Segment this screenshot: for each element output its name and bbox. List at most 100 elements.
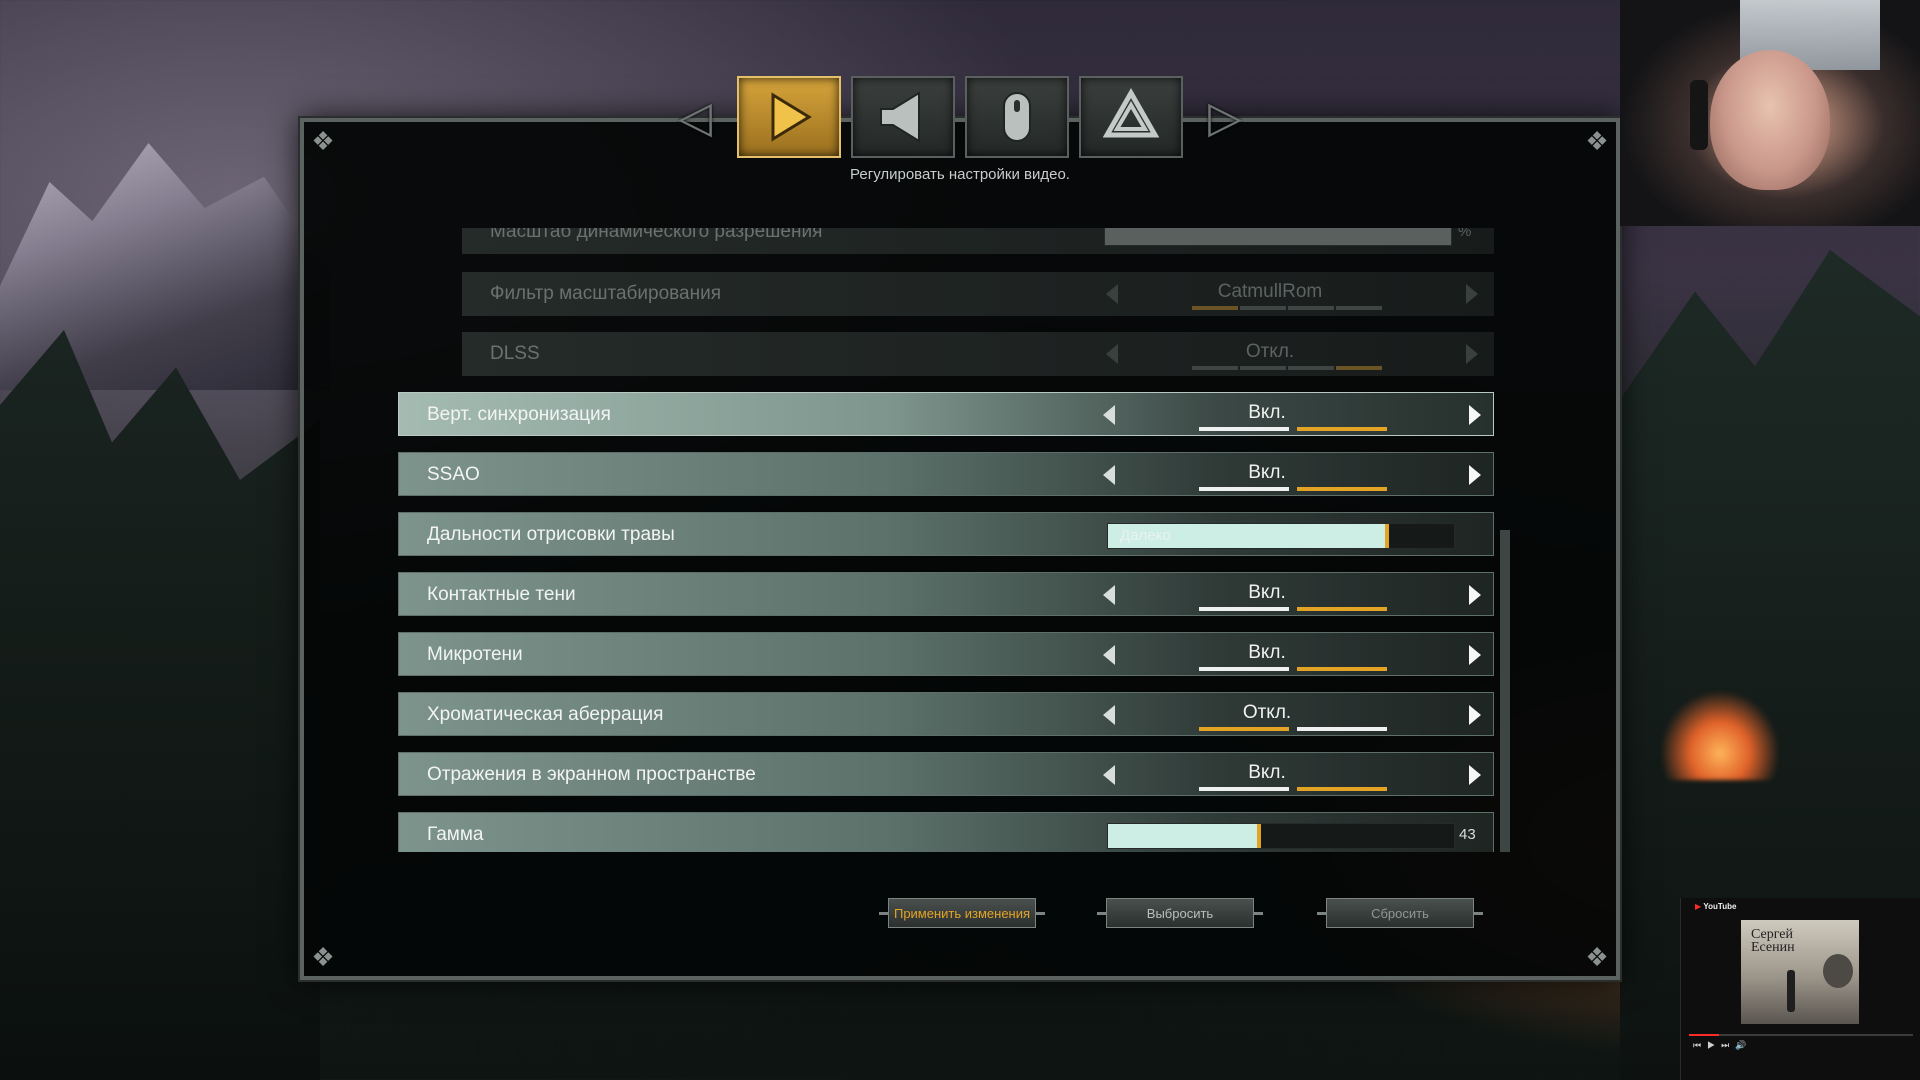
option-prev-arrow-icon[interactable] bbox=[1103, 765, 1115, 785]
option-indicator bbox=[1336, 306, 1382, 310]
setting-row-scaling-filter[interactable]: Фильтр масштабирования CatmullRom bbox=[462, 272, 1494, 316]
streamer-face bbox=[1710, 50, 1830, 190]
option-indicator-off bbox=[1199, 487, 1289, 491]
setting-label: Контактные тени bbox=[427, 584, 576, 605]
option-prev-arrow-icon[interactable] bbox=[1103, 405, 1115, 425]
setting-label: Хроматическая аберрация bbox=[427, 704, 664, 725]
speaker-icon bbox=[880, 91, 920, 143]
setting-label: Микротени bbox=[427, 644, 523, 665]
campfire-background bbox=[1660, 690, 1780, 780]
option-indicator bbox=[1192, 306, 1238, 310]
thumbnail-title: Сергей Есенин bbox=[1751, 927, 1795, 955]
setting-label: Верт. синхронизация bbox=[427, 404, 611, 425]
option-prev-arrow-icon[interactable] bbox=[1106, 284, 1118, 304]
setting-row-chromatic-aberration[interactable]: Хроматическая аберрация Откл. bbox=[398, 692, 1494, 736]
option-indicator-off bbox=[1199, 667, 1289, 671]
option-next-arrow-icon[interactable] bbox=[1469, 585, 1481, 605]
gamma-slider[interactable] bbox=[1107, 823, 1455, 849]
option-indicator-on bbox=[1297, 427, 1387, 431]
tab-audio[interactable] bbox=[851, 76, 955, 158]
option-indicator-off bbox=[1199, 787, 1289, 791]
valknut-icon bbox=[1102, 87, 1160, 138]
option-next-arrow-icon[interactable] bbox=[1469, 765, 1481, 785]
apply-changes-button[interactable]: Применить изменения bbox=[879, 898, 1045, 928]
video-progress-fill bbox=[1689, 1034, 1719, 1036]
setting-row-micro-shadows[interactable]: Микротени Вкл. bbox=[398, 632, 1494, 676]
slider-handle[interactable] bbox=[1385, 524, 1389, 548]
option-indicator bbox=[1240, 366, 1286, 370]
slider-value: 43 bbox=[1459, 826, 1476, 843]
slider-handle[interactable] bbox=[1257, 824, 1261, 848]
option-indicator bbox=[1288, 366, 1334, 370]
discard-button[interactable]: Выбросить bbox=[1097, 898, 1263, 928]
setting-label: Масштаб динамического разрешения bbox=[490, 228, 823, 242]
nav-prev-arrow-icon[interactable]: ◁ bbox=[663, 85, 727, 149]
slider-fill bbox=[1108, 824, 1257, 848]
category-description: Регулировать настройки видео. bbox=[850, 166, 1070, 183]
option-next-arrow-icon[interactable] bbox=[1469, 405, 1481, 425]
setting-row-dlss[interactable]: DLSS Откл. bbox=[462, 332, 1494, 376]
setting-row-vsync[interactable]: Верт. синхронизация Вкл. bbox=[398, 392, 1494, 436]
tab-game[interactable] bbox=[1079, 76, 1183, 158]
slider-value: % bbox=[1458, 228, 1472, 240]
video-thumbnail[interactable]: Сергей Есенин bbox=[1741, 920, 1859, 1024]
option-indicator-on bbox=[1297, 787, 1387, 791]
setting-label: SSAO bbox=[427, 464, 480, 485]
settings-category-nav: ◁ ▷ bbox=[640, 72, 1280, 162]
setting-row-ssao[interactable]: SSAO Вкл. bbox=[398, 452, 1494, 496]
option-indicator-off bbox=[1199, 427, 1289, 431]
option-indicator-on bbox=[1297, 607, 1387, 611]
option-prev-arrow-icon[interactable] bbox=[1103, 465, 1115, 485]
slider-value: Далеко bbox=[1120, 527, 1171, 544]
tab-controls[interactable] bbox=[965, 76, 1069, 158]
option-indicator-on bbox=[1297, 487, 1387, 491]
option-indicator bbox=[1240, 306, 1286, 310]
setting-label: Дальности отрисовки травы bbox=[427, 524, 675, 545]
setting-label: DLSS bbox=[490, 343, 540, 364]
player-controls-icon[interactable]: ⏮▶⏭🔊 bbox=[1693, 1040, 1752, 1051]
setting-label: Отражения в экранном пространстве bbox=[427, 764, 756, 785]
corner-ornament-icon: ❖ bbox=[1585, 942, 1609, 972]
option-prev-arrow-icon[interactable] bbox=[1103, 585, 1115, 605]
setting-row-grass-distance[interactable]: Дальности отрисовки травы Далеко bbox=[398, 512, 1494, 556]
option-next-arrow-icon[interactable] bbox=[1466, 344, 1478, 364]
option-prev-arrow-icon[interactable] bbox=[1103, 705, 1115, 725]
settings-scrollbar[interactable] bbox=[1500, 530, 1510, 852]
reset-button[interactable]: Сбросить bbox=[1317, 898, 1483, 928]
headphones-icon bbox=[1690, 80, 1708, 150]
video-progress-bar[interactable] bbox=[1689, 1034, 1913, 1036]
option-next-arrow-icon[interactable] bbox=[1469, 705, 1481, 725]
settings-list: Масштаб динамического разрешения % Фильт… bbox=[398, 228, 1494, 852]
play-icon bbox=[771, 92, 812, 142]
tab-video[interactable] bbox=[737, 76, 841, 158]
option-indicator bbox=[1192, 366, 1238, 370]
mouse-icon bbox=[1003, 92, 1031, 142]
option-indicator bbox=[1336, 366, 1382, 370]
setting-row-screen-space-reflections[interactable]: Отражения в экранном пространстве Вкл. bbox=[398, 752, 1494, 796]
option-indicator bbox=[1288, 306, 1334, 310]
option-indicator-off bbox=[1199, 727, 1289, 731]
option-next-arrow-icon[interactable] bbox=[1466, 284, 1478, 304]
option-prev-arrow-icon[interactable] bbox=[1106, 344, 1118, 364]
mini-video-player[interactable]: ▶ YouTube Сергей Есенин ⏮▶⏭🔊 bbox=[1680, 898, 1920, 1080]
nav-next-arrow-icon[interactable]: ▷ bbox=[1193, 85, 1257, 149]
corner-ornament-icon: ❖ bbox=[1585, 126, 1609, 156]
option-prev-arrow-icon[interactable] bbox=[1103, 645, 1115, 665]
option-indicator-off bbox=[1199, 607, 1289, 611]
grass-distance-slider[interactable]: Далеко bbox=[1107, 523, 1455, 549]
setting-row-contact-shadows[interactable]: Контактные тени Вкл. bbox=[398, 572, 1494, 616]
setting-row-gamma[interactable]: Гамма 43 bbox=[398, 812, 1494, 852]
corner-ornament-icon: ❖ bbox=[311, 126, 335, 156]
corner-ornament-icon: ❖ bbox=[311, 942, 335, 972]
webcam-overlay bbox=[1620, 0, 1920, 226]
slider-fill bbox=[1105, 228, 1451, 245]
setting-label: Гамма bbox=[427, 824, 484, 845]
setting-label: Фильтр масштабирования bbox=[490, 283, 722, 304]
forest-left-background bbox=[0, 330, 320, 1080]
option-next-arrow-icon[interactable] bbox=[1469, 465, 1481, 485]
option-indicator-on bbox=[1297, 667, 1387, 671]
option-next-arrow-icon[interactable] bbox=[1469, 645, 1481, 665]
setting-row-dynamic-resolution[interactable]: Масштаб динамического разрешения % bbox=[462, 228, 1494, 254]
thumbnail-figure bbox=[1787, 970, 1795, 1012]
resolution-scale-slider[interactable] bbox=[1104, 228, 1452, 246]
